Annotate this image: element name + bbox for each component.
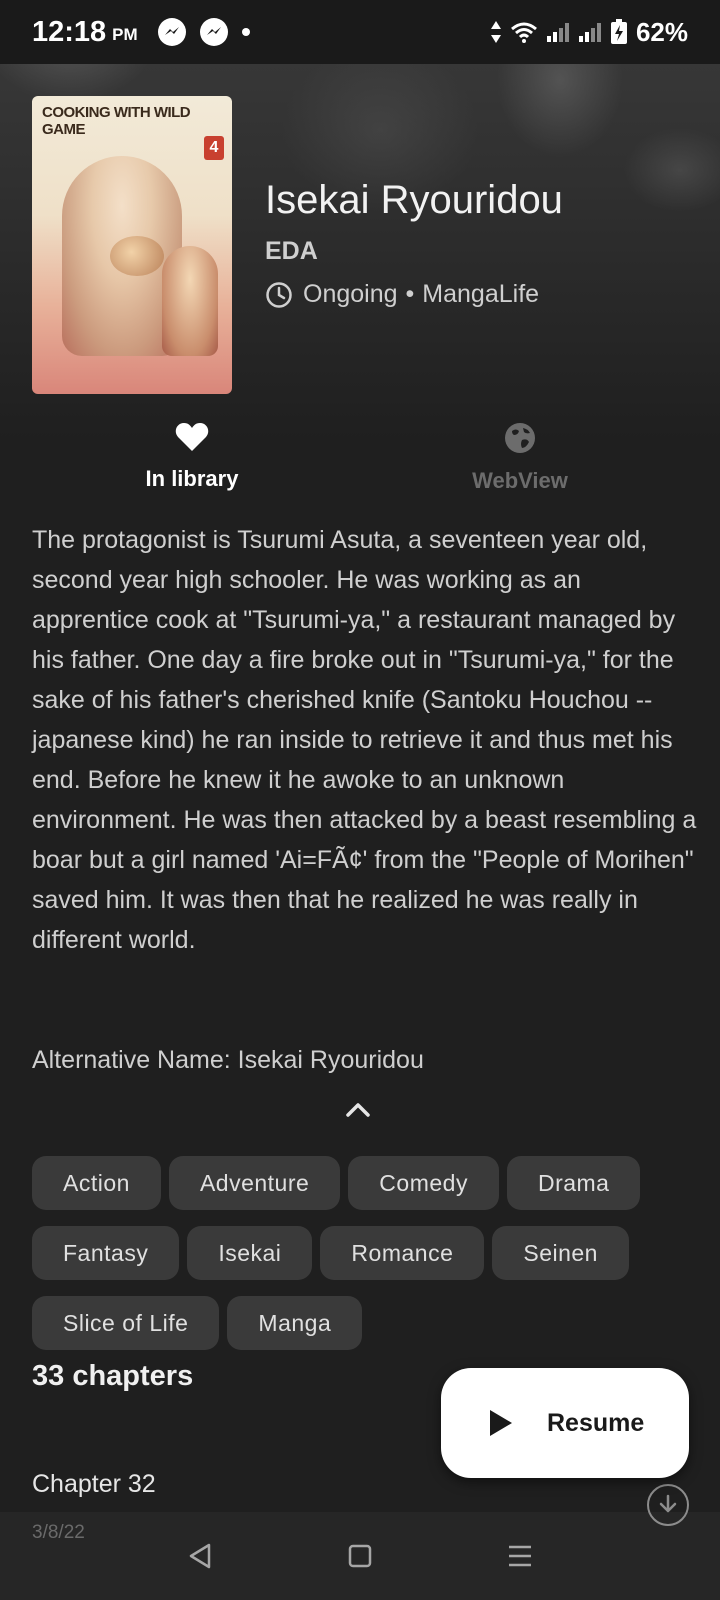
manga-source: MangaLife	[422, 280, 540, 308]
cover-volume: 4	[204, 136, 224, 160]
chapters-count: 33 chapters	[32, 1360, 194, 1392]
data-arrows-icon	[490, 21, 501, 43]
genre-tag[interactable]: Action	[32, 1156, 161, 1210]
notification-icons	[157, 18, 250, 46]
resume-button[interactable]: Resume	[441, 1368, 689, 1478]
genre-tag[interactable]: Romance	[320, 1226, 485, 1280]
in-library-label: In library	[145, 466, 239, 491]
cover-title: COOKING WITH WILD GAME	[42, 104, 191, 138]
resume-label: Resume	[547, 1408, 645, 1437]
signal-icon	[578, 23, 601, 42]
back-triangle-icon	[189, 1543, 211, 1569]
manga-info: Isekai Ryouridou EDA Ongoing • MangaLife	[265, 178, 563, 309]
chapter-title[interactable]: Chapter 32	[32, 1470, 156, 1499]
webview-button[interactable]: WebView	[420, 422, 620, 494]
recents-lines-icon	[509, 1545, 531, 1567]
battery-charging-icon	[610, 19, 627, 44]
chevron-up-icon	[346, 1103, 370, 1117]
download-chapter-button[interactable]	[647, 1484, 689, 1526]
genre-tag[interactable]: Manga	[227, 1296, 363, 1350]
status-time: 12:18	[32, 15, 107, 48]
status-bar: 12:18 PM 62%	[0, 0, 720, 64]
manga-cover[interactable]: COOKING WITH WILD GAME 4	[32, 96, 232, 394]
manga-meta: Ongoing • MangaLife	[265, 280, 563, 309]
chapter-date: 3/8/22	[32, 1522, 85, 1543]
home-square-icon	[348, 1544, 372, 1568]
system-nav-bar	[0, 1512, 720, 1600]
clock-icon	[266, 281, 292, 308]
manga-description: The protagonist is Tsurumi Asuta, a seve…	[32, 526, 697, 954]
globe-icon	[505, 423, 535, 453]
nav-back-button[interactable]	[180, 1536, 220, 1576]
nav-home-button[interactable]	[340, 1536, 380, 1576]
genre-tag[interactable]: Drama	[506, 1156, 641, 1210]
genre-tags: Action Adventure Comedy Drama Fantasy Is…	[32, 1156, 702, 1350]
genre-tag[interactable]: Comedy	[348, 1156, 499, 1210]
collapse-description-button[interactable]	[345, 1100, 371, 1122]
manga-title: Isekai Ryouridou	[265, 178, 563, 222]
manga-author: EDA	[265, 237, 318, 265]
alternative-name: Alternative Name: Isekai Ryouridou	[32, 1046, 424, 1074]
genre-tag[interactable]: Adventure	[168, 1156, 341, 1210]
genre-tag[interactable]: Fantasy	[32, 1226, 180, 1280]
cover-art-food	[110, 236, 164, 276]
play-icon	[490, 1410, 512, 1436]
messenger-icon	[157, 18, 186, 46]
nav-recents-button[interactable]	[500, 1536, 540, 1576]
meta-separator: •	[405, 280, 415, 308]
wifi-icon	[510, 22, 537, 43]
manga-status: Ongoing	[303, 280, 398, 308]
signal-icon	[546, 23, 569, 42]
battery-percent: 62%	[635, 16, 688, 47]
system-icons: 62%	[490, 17, 688, 48]
in-library-button[interactable]: In library	[92, 422, 292, 492]
messenger-icon	[199, 18, 228, 46]
download-icon	[659, 1494, 677, 1513]
genre-tag[interactable]: Isekai	[187, 1226, 313, 1280]
cover-art-figure-small	[162, 246, 218, 356]
webview-label: WebView	[472, 468, 568, 493]
genre-tag[interactable]: Slice of Life	[32, 1296, 220, 1350]
dot-icon	[241, 28, 250, 36]
status-ampm: PM	[112, 25, 138, 44]
genre-tag[interactable]: Seinen	[492, 1226, 629, 1280]
action-row: In library WebView	[0, 422, 720, 502]
heart-icon	[175, 423, 209, 451]
